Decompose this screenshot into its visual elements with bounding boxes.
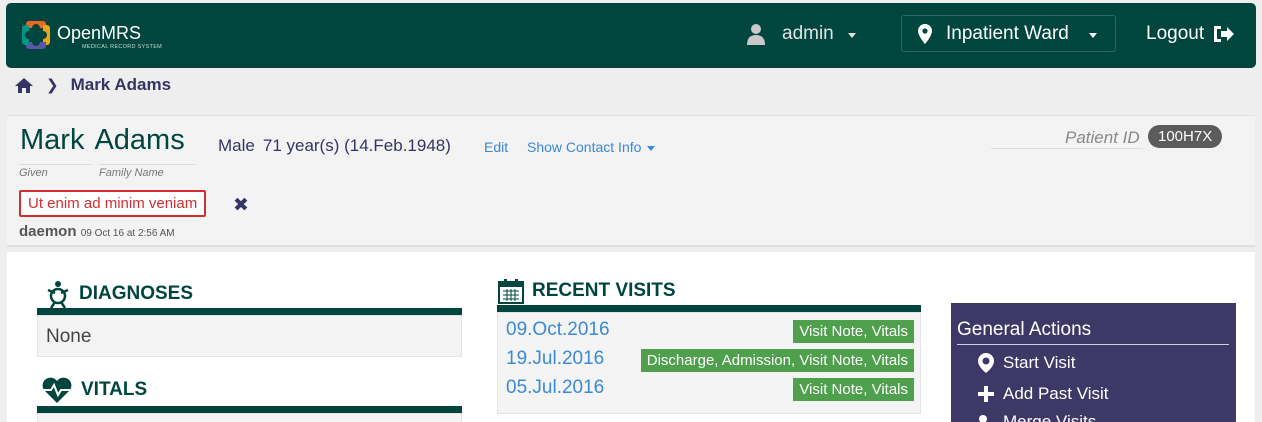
chevron-down-icon	[847, 33, 856, 38]
patient-flag[interactable]: Ut enim ad minim veniam	[19, 190, 207, 217]
section-divider	[37, 308, 462, 315]
breadcrumb: ❯ Mark Adams	[14, 73, 171, 97]
chevron-down-icon	[1088, 32, 1097, 38]
logout-label: Logout	[1146, 23, 1205, 44]
diagnosis-icon	[47, 281, 69, 308]
age: 71 year(s) (14.Feb.1948)	[262, 136, 451, 155]
visit-date-link[interactable]: 19.Jul.2016	[506, 348, 604, 370]
vitals-header: VITALS	[41, 376, 147, 404]
app-tagline: MEDICAL RECORD SYSTEM	[82, 44, 163, 50]
add-past-visit-label: Add Past Visit	[1003, 384, 1109, 403]
flag-timestamp: 09 Oct 16 at 2:56 AM	[80, 228, 175, 239]
user-icon	[747, 24, 765, 45]
vitals-panel	[37, 413, 462, 422]
plus-icon	[978, 386, 994, 402]
family-name: Adams	[94, 124, 185, 156]
patient-demographics: Male 71 year(s) (14.Feb.1948)	[218, 136, 451, 156]
visit-row[interactable]: 05.Jul.2016 Visit Note, Vitals	[498, 375, 920, 404]
logout-button[interactable]: Logout	[1146, 23, 1235, 45]
calendar-icon	[498, 279, 524, 304]
add-past-visit-action[interactable]: Add Past Visit	[977, 384, 1109, 404]
caret-down-icon	[647, 146, 656, 151]
chevron-right-icon: ❯	[46, 77, 59, 94]
start-visit-action[interactable]: Start Visit	[977, 353, 1075, 373]
openmrs-logo-icon[interactable]	[18, 17, 54, 53]
patient-header: Mark Adams Given Family Name Male 71 yea…	[7, 115, 1255, 247]
edit-link[interactable]: Edit	[484, 139, 508, 155]
sign-out-icon	[1214, 26, 1235, 42]
recent-visits-header: RECENT VISITS	[498, 278, 676, 304]
user-menu[interactable]: admin	[746, 23, 856, 45]
vitals-title: VITALS	[81, 379, 148, 400]
given-name: Mark	[20, 124, 85, 156]
flag-author: daemon	[19, 223, 77, 240]
given-label: Given	[19, 164, 91, 179]
visit-row[interactable]: 19.Jul.2016 Discharge, Admission, Visit …	[498, 346, 920, 375]
visit-tags: Discharge, Admission, Visit Note, Vitals	[640, 349, 914, 372]
start-visit-label: Start Visit	[1003, 353, 1076, 372]
general-actions-panel: General Actions Start Visit Add Past Vis…	[951, 303, 1236, 422]
show-contact-label: Show Contact Info	[527, 139, 642, 155]
visit-date-link[interactable]: 09.Oct.2016	[506, 319, 610, 341]
home-icon[interactable]	[14, 77, 34, 94]
visit-date-link[interactable]: 05.Jul.2016	[506, 377, 604, 399]
merge-visits-action[interactable]: Merge Visits	[977, 412, 1096, 422]
general-actions-title: General Actions	[957, 319, 1092, 340]
patient-name: Mark Adams	[20, 124, 185, 157]
patient-id-label: Patient ID	[1065, 128, 1140, 147]
diagnoses-header: DIAGNOSES	[45, 280, 193, 308]
recent-visits-panel: 09.Oct.2016 Visit Note, Vitals 19.Jul.20…	[497, 312, 921, 414]
visit-row[interactable]: 09.Oct.2016 Visit Note, Vitals	[498, 317, 920, 346]
heartbeat-icon	[42, 377, 72, 403]
divider	[957, 344, 1229, 345]
flag-meta: daemon 09 Oct 16 at 2:56 AM	[19, 223, 175, 240]
section-divider	[497, 305, 921, 312]
visit-tags: Visit Note, Vitals	[793, 320, 914, 343]
visit-tags: Visit Note, Vitals	[793, 378, 914, 401]
gender: Male	[218, 136, 255, 155]
recent-visits-title: RECENT VISITS	[532, 280, 676, 301]
dashboard: DIAGNOSES None VITALS RECENT VISITS 09.O…	[7, 252, 1255, 422]
map-marker-icon	[918, 23, 932, 44]
diagnoses-title: DIAGNOSES	[79, 283, 194, 304]
section-divider	[37, 406, 462, 413]
merge-visits-label: Merge Visits	[1003, 412, 1097, 422]
show-contact-info-link[interactable]: Show Contact Info	[527, 139, 656, 155]
diagnoses-value: None	[46, 326, 92, 347]
start-visit-icon	[978, 353, 994, 373]
location-selector[interactable]: Inpatient Ward	[901, 15, 1116, 52]
patient-id-badge: 100H7X	[1148, 125, 1223, 148]
merge-icon	[979, 415, 987, 422]
family-name-label: Family Name	[99, 164, 195, 179]
top-header: OpenMRS MEDICAL RECORD SYSTEM admin Inpa…	[6, 3, 1256, 68]
close-icon[interactable]: ✖	[233, 194, 249, 217]
diagnoses-panel: None	[37, 315, 462, 357]
username: admin	[782, 23, 834, 44]
location-name: Inpatient Ward	[946, 22, 1069, 44]
divider	[991, 148, 1143, 149]
app-name: OpenMRS	[57, 23, 142, 43]
breadcrumb-current: Mark Adams	[70, 75, 172, 94]
